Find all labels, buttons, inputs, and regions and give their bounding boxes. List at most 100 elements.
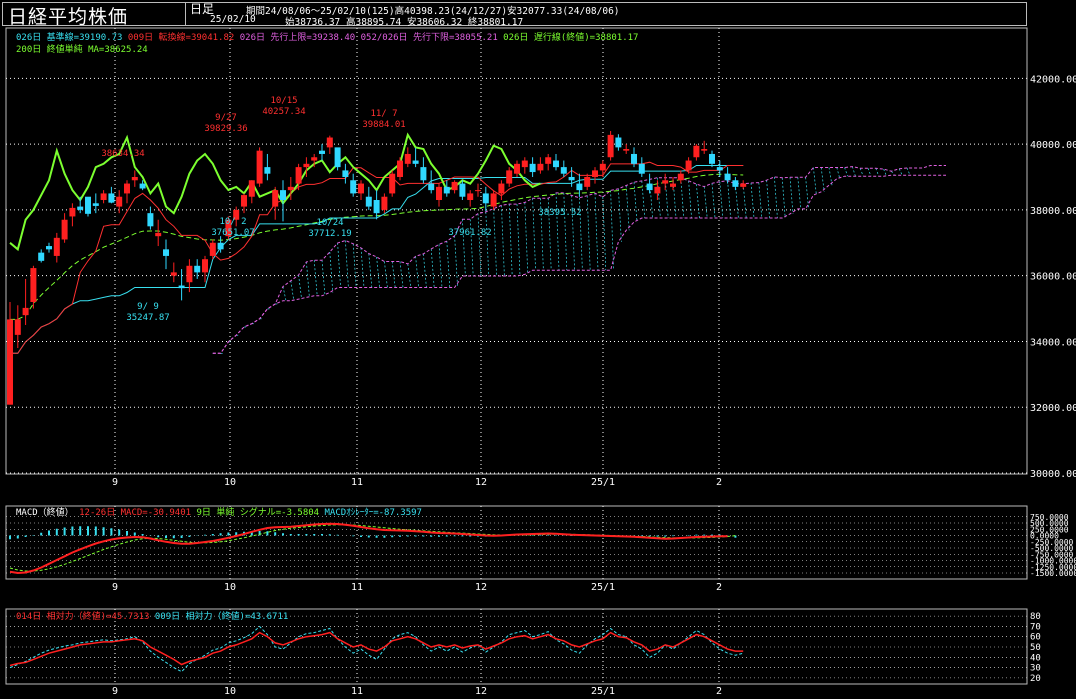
kumo-hatch (454, 235, 458, 288)
legend-ma200: 200日 終値単純 MA=38625.24 (16, 45, 148, 55)
legend-rsi9: 009日 相対力（終値)=43.6711 (154, 612, 289, 622)
candle-down (568, 176, 575, 181)
legend-macd-signal: 9日 単純 シグナル=-3.5804 (196, 508, 320, 518)
kumo-hatch (618, 188, 622, 242)
kumo-hatch (602, 196, 607, 271)
candle-down (560, 167, 567, 174)
rsi-tick-label: 80 (1030, 612, 1041, 622)
kumo-hatch (493, 208, 497, 277)
candle-up (202, 259, 208, 273)
annotation-date: 9/27 (215, 113, 237, 123)
kumo-hatch (524, 202, 529, 275)
candle-up (677, 173, 684, 181)
x-tick-label: 9 (112, 686, 118, 697)
candle-down (77, 206, 84, 210)
candle-down (217, 242, 224, 250)
legend-macd-line: 12-26日 MACD=-30.9401 (79, 508, 192, 518)
candle-down (350, 180, 357, 194)
legend-macd-title: MACD（終値） (16, 508, 74, 518)
candle-up (248, 180, 255, 197)
x-tick-label: 2 (716, 582, 722, 593)
x-tick-label: 25/1 (591, 477, 615, 488)
candle-up (662, 180, 669, 184)
candle-up (654, 186, 661, 194)
kumo-hatch (789, 177, 794, 214)
rsi-legend: 014日 相対力（終値)=45.7313 009日 相対力（終値)=43.671… (16, 609, 288, 622)
kumo-hatch (586, 195, 591, 271)
price-tick-label: 34000.00 (1030, 337, 1076, 348)
candle-up (537, 163, 544, 171)
instrument-title: 日経平均株価 (8, 6, 129, 28)
candle-down (553, 160, 559, 168)
candle-up (397, 160, 403, 177)
kumo-hatch (852, 166, 856, 177)
candle-up (186, 265, 193, 283)
kumo-hatch (774, 176, 778, 219)
kumo-hatch (298, 274, 302, 300)
candle-up (326, 137, 333, 148)
kumo-hatch (571, 195, 575, 271)
rsi14-line (9, 631, 744, 667)
candle-down (716, 167, 723, 171)
candle-down (108, 193, 115, 203)
annotation-date: 10/15 (270, 96, 297, 106)
legend-senkou-b: 052/026日 先行下限=38055.21 (360, 33, 498, 43)
candle-down (631, 153, 637, 164)
kumo-hatch (891, 171, 895, 176)
candle-up (358, 183, 364, 194)
candle-down (420, 167, 427, 181)
candle-down (365, 196, 372, 207)
candle-down (342, 170, 349, 177)
x-tick-label: 9 (112, 477, 118, 488)
candle-up (740, 183, 747, 187)
x-tick-label: 25/1 (591, 582, 615, 593)
x-tick-label: 11 (351, 582, 363, 593)
candle-up (381, 196, 388, 210)
candle-up (623, 149, 630, 151)
rsi-tick-label: 70 (1030, 622, 1041, 632)
kumo-hatch (766, 180, 770, 219)
kumo-hatch (688, 180, 692, 219)
candle-up (389, 173, 396, 194)
candle-down (529, 163, 536, 173)
rsi-tick-label: 30 (1030, 664, 1041, 674)
kumo-hatch (508, 204, 513, 277)
x-tick-label: 2 (716, 477, 722, 488)
kumo-hatch (321, 260, 326, 296)
kumo-hatch (594, 193, 599, 271)
candle-down (264, 167, 271, 174)
candle-up (69, 207, 76, 217)
candle-up (7, 319, 13, 405)
candle-up (599, 163, 606, 171)
kumo-hatch (329, 251, 334, 293)
candle-down (147, 213, 154, 227)
candle-down (428, 183, 435, 191)
kumo-hatch (555, 192, 560, 271)
candle-up (685, 160, 692, 171)
kumo-hatch (399, 261, 404, 288)
price-tick-label: 42000.00 (1030, 74, 1076, 85)
candle-up (693, 145, 700, 158)
x-tick-label: 2 (716, 686, 722, 697)
candle-up (22, 307, 29, 316)
candle-up (100, 193, 107, 201)
candle-up (404, 153, 411, 164)
kumo-hatch (423, 253, 427, 288)
candle-up (116, 196, 123, 207)
kumo-hatch (696, 184, 700, 219)
candle-up (451, 181, 458, 191)
x-tick-label: 25/1 (591, 686, 615, 697)
candle-down (280, 190, 286, 201)
candle-up (592, 170, 598, 177)
candle-down (38, 252, 45, 261)
rsi-tick-label: 20 (1030, 674, 1041, 684)
candle-up (14, 319, 21, 335)
kumo-hatch (805, 177, 809, 209)
macd-line (9, 522, 728, 575)
price-tick-label: 30000.00 (1030, 469, 1076, 480)
candle-down (373, 200, 380, 214)
kumo-hatch (337, 242, 341, 288)
macd-tick-label: -1500.0000 (1030, 569, 1076, 578)
candle-up (506, 170, 513, 184)
kumo-hatch (680, 177, 685, 219)
